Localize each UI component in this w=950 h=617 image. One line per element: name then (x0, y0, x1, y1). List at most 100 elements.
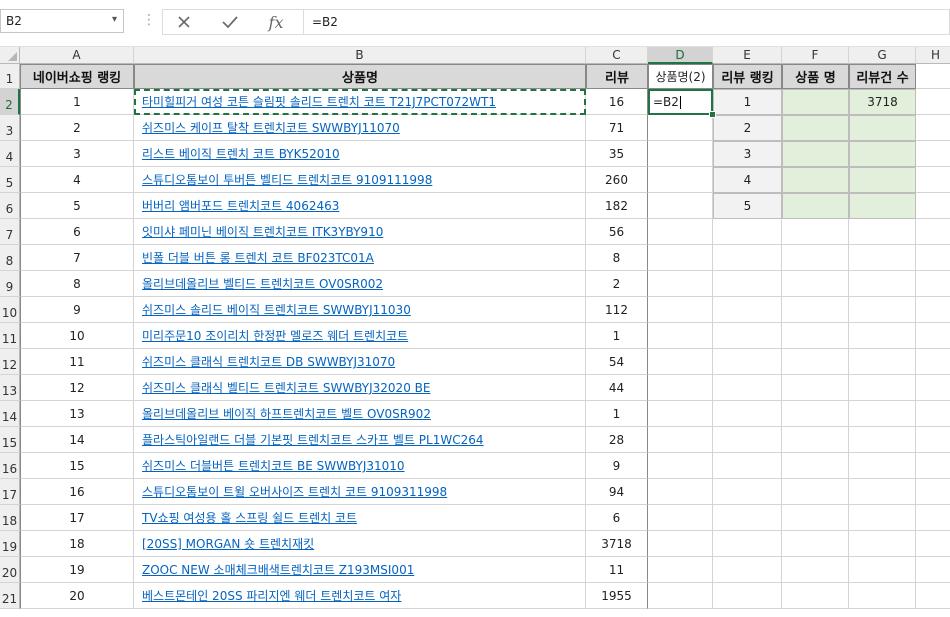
review-rank-cell[interactable]: 4 (713, 167, 782, 193)
product-link[interactable]: 스튜디오톰보이 투버튼 벨티드 트렌치코트 9109111998 (142, 171, 432, 188)
empty-cell[interactable] (916, 583, 950, 609)
column-header-c[interactable]: C (586, 47, 648, 64)
empty-cell[interactable] (849, 297, 916, 323)
rank-cell[interactable]: 7 (20, 245, 134, 271)
empty-cell[interactable] (713, 557, 782, 583)
empty-cell[interactable] (849, 557, 916, 583)
rank-cell[interactable]: 10 (20, 323, 134, 349)
product-link-cell[interactable]: 플라스틱아일랜드 더블 기본핏 트렌치코트 스카프 벨트 PL1WC264 (134, 427, 586, 453)
review-count-cell[interactable]: 54 (586, 349, 648, 375)
empty-cell[interactable] (782, 349, 849, 375)
review-count-cell[interactable]: 44 (586, 375, 648, 401)
row-header[interactable]: 17 (0, 479, 20, 505)
empty-cell[interactable] (782, 583, 849, 609)
fill-handle[interactable] (709, 111, 716, 118)
empty-cell[interactable] (713, 271, 782, 297)
column-header-b[interactable]: B (134, 47, 586, 64)
product-link-cell[interactable]: TV쇼핑 여성용 홀 스프링 쉴드 트렌치 코트 (134, 505, 586, 531)
empty-cell[interactable] (916, 245, 950, 271)
rank-cell[interactable]: 15 (20, 453, 134, 479)
review-count-cell[interactable]: 35 (586, 141, 648, 167)
ranked-review-count-cell[interactable] (849, 115, 916, 141)
empty-cell[interactable] (849, 479, 916, 505)
chevron-down-icon[interactable]: ▾ (112, 14, 117, 25)
rank-cell[interactable]: 4 (20, 167, 134, 193)
ranked-review-count-cell[interactable] (849, 193, 916, 219)
empty-cell[interactable] (916, 427, 950, 453)
empty-cell[interactable] (916, 219, 950, 245)
row-header[interactable]: 5 (0, 167, 20, 193)
ranked-product-cell[interactable] (782, 115, 849, 141)
product-link-cell[interactable]: 미리주문10 조이리치 한정판 멜로즈 웨더 트렌치코트 (134, 323, 586, 349)
empty-cell[interactable] (782, 531, 849, 557)
empty-cell[interactable] (648, 115, 713, 141)
name-box[interactable]: B2 ▾ (0, 9, 124, 33)
review-count-cell[interactable]: 6 (586, 505, 648, 531)
row-header[interactable]: 12 (0, 349, 20, 375)
column-header-a[interactable]: A (20, 47, 134, 64)
product-link-cell[interactable]: 타미힐피거 여성 코튼 슬림핏 솔리드 트렌치 코트 T21J7PCT072WT… (134, 89, 586, 115)
empty-cell[interactable] (713, 297, 782, 323)
ranked-product-cell[interactable] (782, 141, 849, 167)
empty-cell[interactable] (648, 531, 713, 557)
empty-cell[interactable] (648, 297, 713, 323)
rank-cell[interactable]: 5 (20, 193, 134, 219)
product-link[interactable]: 쉬즈미스 케이프 탈착 트렌치코트 SWWBYJ11070 (142, 119, 400, 136)
rank-cell[interactable]: 9 (20, 297, 134, 323)
review-count-cell[interactable]: 9 (586, 453, 648, 479)
product-link-cell[interactable]: ZOOC NEW 소매체크배색트렌치코트 Z193MSI001 (134, 557, 586, 583)
product-link-cell[interactable]: 버버리 앰버포드 트렌치코트 4062463 (134, 193, 586, 219)
rank-cell[interactable]: 11 (20, 349, 134, 375)
empty-cell[interactable] (916, 271, 950, 297)
empty-cell[interactable] (849, 583, 916, 609)
empty-cell[interactable] (916, 349, 950, 375)
insert-function-button[interactable]: fx (255, 10, 297, 34)
empty-cell[interactable] (916, 557, 950, 583)
empty-cell[interactable] (916, 297, 950, 323)
review-count-cell[interactable]: 1 (586, 323, 648, 349)
empty-cell[interactable] (648, 401, 713, 427)
ranked-product-cell[interactable] (782, 167, 849, 193)
empty-cell[interactable] (713, 401, 782, 427)
empty-cell[interactable] (849, 245, 916, 271)
product-link-cell[interactable]: 잇미샤 페미닌 베이직 트렌치코트 ITK3YBY910 (134, 219, 586, 245)
empty-cell[interactable] (782, 479, 849, 505)
review-rank-cell[interactable]: 5 (713, 193, 782, 219)
empty-cell[interactable] (849, 375, 916, 401)
empty-cell[interactable] (648, 375, 713, 401)
review-count-cell[interactable]: 28 (586, 427, 648, 453)
row-header[interactable]: 2 (0, 89, 20, 115)
empty-cell[interactable] (713, 349, 782, 375)
empty-cell[interactable] (713, 375, 782, 401)
row-header[interactable]: 21 (0, 583, 20, 609)
empty-cell[interactable] (916, 375, 950, 401)
empty-cell[interactable] (648, 141, 713, 167)
empty-cell[interactable] (713, 531, 782, 557)
empty-cell[interactable] (713, 323, 782, 349)
rank-cell[interactable]: 18 (20, 531, 134, 557)
empty-cell[interactable] (713, 583, 782, 609)
empty-cell[interactable] (849, 271, 916, 297)
row-header[interactable]: 19 (0, 531, 20, 557)
product-link[interactable]: TV쇼핑 여성용 홀 스프링 쉴드 트렌치 코트 (142, 509, 357, 526)
review-count-cell[interactable]: 16 (586, 89, 648, 115)
product-link-cell[interactable]: 쉬즈미스 클래식 트렌치코트 DB SWWBYJ31070 (134, 349, 586, 375)
review-rank-cell[interactable]: 2 (713, 115, 782, 141)
product-link[interactable]: 미리주문10 조이리치 한정판 멜로즈 웨더 트렌치코트 (142, 327, 408, 344)
empty-cell[interactable] (916, 89, 950, 115)
review-count-cell[interactable]: 3718 (586, 531, 648, 557)
review-count-cell[interactable]: 71 (586, 115, 648, 141)
product-link[interactable]: 타미힐피거 여성 코튼 슬림핏 솔리드 트렌치 코트 T21J7PCT072WT… (142, 93, 496, 110)
review-rank-cell[interactable]: 1 (713, 89, 782, 115)
rank-cell[interactable]: 14 (20, 427, 134, 453)
product-link[interactable]: 쉬즈미스 클래식 트렌치코트 DB SWWBYJ31070 (142, 353, 395, 370)
empty-cell[interactable] (782, 453, 849, 479)
row-header[interactable]: 14 (0, 401, 20, 427)
product-link[interactable]: 리스트 베이직 트렌치 코트 BYK52010 (142, 145, 340, 162)
empty-cell[interactable] (916, 167, 950, 193)
empty-cell[interactable] (916, 115, 950, 141)
empty-cell[interactable] (916, 453, 950, 479)
ranked-review-count-cell[interactable] (849, 141, 916, 167)
empty-cell[interactable] (849, 531, 916, 557)
product-link[interactable]: 쉬즈미스 더블버튼 트렌치코트 BE SWWBYJ31010 (142, 457, 405, 474)
